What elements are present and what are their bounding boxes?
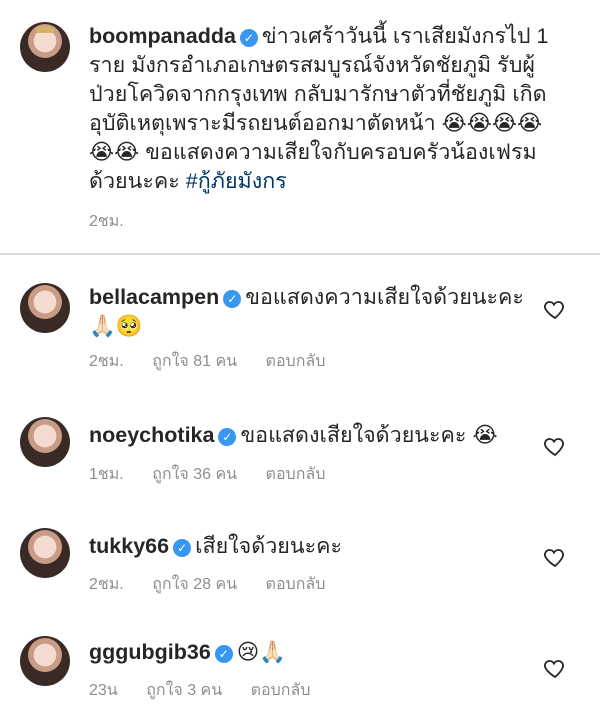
post-time: 2ชม. [89, 213, 124, 230]
comment-likes[interactable]: ถูกใจ 3 คน [146, 682, 222, 699]
heart-outline-icon[interactable] [543, 545, 567, 569]
verified-badge-icon: ✓ [173, 539, 192, 557]
comment-likes[interactable]: ถูกใจ 28 คน [152, 576, 237, 593]
post-meta: 2ชม. [89, 209, 148, 234]
username[interactable]: boompanadda [89, 24, 236, 48]
comment-likes[interactable]: ถูกใจ 81 คน [152, 353, 237, 370]
avatar[interactable] [20, 283, 70, 333]
divider [0, 253, 600, 255]
comment-time: 2ชม. [89, 576, 124, 593]
reply-button[interactable]: ตอบกลับ [266, 576, 326, 593]
avatar[interactable] [20, 528, 70, 578]
comment-text-block: tukky66 ✓ เสียใจด้วยนะคะ [89, 532, 529, 561]
comment-text-block: bellacampen ✓ ขอแสดงความเสียใจด้วยนะคะ🙏🏻🥺 [89, 283, 529, 341]
verified-badge-icon: ✓ [239, 29, 258, 47]
comment-time: 2ชม. [89, 353, 124, 370]
comment-meta: 2ชม. ถูกใจ 28 คน ตอบกลับ [89, 572, 349, 597]
comment-text: ขอแสดงเสียใจด้วยนะคะ 😭 [240, 423, 498, 447]
heart-outline-icon[interactable] [543, 656, 567, 680]
caption-text: ข่าวเศร้าวันนี้ เราเสียมังกรไป 1 ราย มัง… [89, 24, 549, 193]
username[interactable]: noeychotika [89, 423, 214, 447]
hashtag-link[interactable]: #กู้ภัยมังกร [186, 169, 287, 193]
username[interactable]: bellacampen [89, 285, 219, 309]
verified-badge-icon: ✓ [214, 645, 233, 663]
comment-meta: 1ชม. ถูกใจ 36 คน ตอบกลับ [89, 462, 349, 487]
reply-button[interactable]: ตอบกลับ [266, 353, 326, 370]
heart-outline-icon[interactable] [543, 297, 567, 321]
verified-badge-icon: ✓ [223, 290, 242, 308]
post-caption: boompanadda ✓ ข่าวเศร้าวันนี้ เราเสียมังกร… [0, 0, 600, 253]
comment-meta: 23น ถูกใจ 3 คน ตอบกลับ [89, 678, 334, 703]
username[interactable]: tukky66 [89, 534, 169, 558]
avatar[interactable] [20, 22, 70, 72]
comment-text-block: noeychotika ✓ ขอแสดงเสียใจด้วยนะคะ 😭 [89, 421, 529, 450]
heart-outline-icon[interactable] [543, 434, 567, 458]
comment-likes[interactable]: ถูกใจ 36 คน [152, 466, 237, 483]
comment-time: 1ชม. [89, 466, 124, 483]
avatar[interactable] [20, 417, 70, 467]
comment-time: 23น [89, 682, 118, 699]
comment-text-block: gggubgib36 ✓ 😢🙏🏻 [89, 638, 529, 667]
crown-decoration [36, 26, 54, 33]
reply-button[interactable]: ตอบกลับ [251, 682, 311, 699]
caption-text-block: boompanadda ✓ ข่าวเศร้าวันนี้ เราเสียมังกร… [89, 22, 559, 196]
reply-button[interactable]: ตอบกลับ [266, 466, 326, 483]
avatar[interactable] [20, 636, 70, 686]
verified-badge-icon: ✓ [218, 428, 237, 446]
comment-text: เสียใจด้วยนะคะ [195, 534, 343, 558]
comment-text: 😢🙏🏻 [236, 640, 287, 664]
username[interactable]: gggubgib36 [89, 640, 211, 664]
comment-meta: 2ชม. ถูกใจ 81 คน ตอบกลับ [89, 349, 349, 374]
